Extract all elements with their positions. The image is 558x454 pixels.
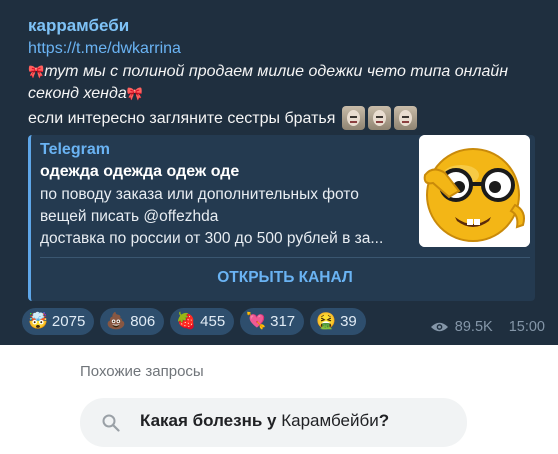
preview-line: по поводу заказа или дополнительных фото (40, 186, 359, 203)
link-preview-card[interactable]: Telegram одежда одежда одеж оде по повод… (28, 135, 535, 301)
face-stickers (341, 106, 417, 130)
reaction-exploding-head[interactable]: 🤯 2075 (22, 308, 95, 335)
view-count: 89.5K (454, 319, 493, 335)
message-description: 🎀тут мы с полиной продаем милие одежки ч… (28, 61, 538, 105)
similar-searches-title: Похожие запросы (80, 363, 204, 380)
telegram-message: каррамбеби https://t.me/dwkarrina 🎀тут м… (0, 0, 558, 345)
description-line-1: тут мы с полиной продаем милие одежки че… (44, 63, 509, 80)
description-line-2: секонд хенда (28, 85, 127, 102)
face-sticker-icon (341, 106, 365, 130)
invite-text: если интересно загляните сестры братья (28, 110, 336, 127)
open-channel-button[interactable]: ОТКРЫТЬ КАНАЛ (40, 263, 530, 295)
query-end-part: ? (378, 411, 390, 430)
preview-title: одежда одежда одеж оде (40, 163, 240, 180)
exploding-head-icon: 🤯 (28, 312, 48, 330)
bow-icon: 🎀 (126, 86, 143, 101)
strawberry-icon: 🍓 (176, 312, 197, 330)
poo-icon: 💩 (106, 312, 127, 330)
search-icon (102, 414, 120, 432)
bow-icon: 🎀 (28, 64, 45, 79)
message-invite-line: если интересно загляните сестры братья (28, 106, 417, 130)
reaction-count: 39 (340, 313, 357, 330)
nerd-emoji-thumbnail-icon (419, 135, 530, 247)
eye-icon (430, 322, 448, 332)
reaction-count: 806 (130, 313, 156, 330)
preview-line: доставка по россии от 300 до 500 рублей … (40, 230, 384, 247)
message-meta: 89.5K 15:00 (430, 319, 545, 335)
face-sticker-icon (393, 106, 417, 130)
reactions-bar: 🤯 2075 💩 806 🍓 455 💘 317 🤮 39 (22, 308, 366, 335)
reaction-count: 2075 (51, 313, 86, 330)
similar-search-chip[interactable]: Какая болезнь у Карамбейби? (80, 398, 467, 447)
preview-site-name: Telegram (40, 141, 110, 158)
channel-link[interactable]: https://t.me/dwkarrina (28, 40, 181, 58)
reaction-vomiting[interactable]: 🤮 39 (310, 308, 366, 335)
vomiting-face-icon: 🤮 (316, 312, 337, 330)
preview-line: вещей писать @offezhda (40, 208, 219, 225)
query-bold-part: Какая болезнь у (140, 411, 277, 430)
similar-search-query: Какая болезнь у Карамбейби? (140, 411, 389, 431)
message-time: 15:00 (508, 319, 545, 335)
reaction-count: 455 (200, 313, 226, 330)
reaction-heart-arrow[interactable]: 💘 317 (240, 308, 305, 335)
preview-divider (40, 257, 530, 258)
sender-name[interactable]: каррамбеби (28, 16, 129, 36)
reaction-count: 317 (270, 313, 296, 330)
reaction-strawberry[interactable]: 🍓 455 (170, 308, 235, 335)
face-sticker-icon (367, 106, 391, 130)
preview-description: по поводу заказа или дополнительных фото… (40, 184, 410, 250)
query-normal-part: Карамбейби (276, 411, 379, 430)
heart-arrow-icon: 💘 (246, 312, 267, 330)
reaction-poo[interactable]: 💩 806 (100, 308, 165, 335)
